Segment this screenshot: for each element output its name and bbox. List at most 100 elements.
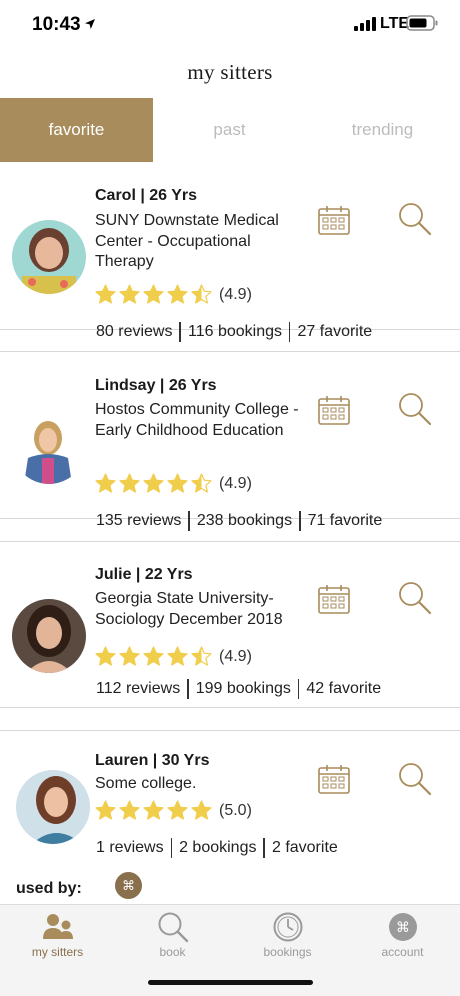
rating-value: (4.9) — [219, 474, 252, 492]
search-icon[interactable] — [398, 581, 432, 615]
nav-book[interactable]: book — [115, 905, 230, 975]
status-bar: 10:43 LTE — [0, 0, 460, 50]
calendar-icon[interactable] — [318, 584, 350, 614]
rating-value: (5.0) — [219, 801, 252, 819]
search-icon — [158, 912, 189, 943]
sitter-rating: (4.9) — [95, 646, 252, 667]
star-full-icon — [95, 473, 116, 493]
calendar-icon[interactable] — [318, 395, 350, 425]
sitter-school: Hostos Community College - Early Childho… — [95, 401, 299, 439]
booking-count: 199 bookings — [195, 680, 291, 697]
nav-label: account — [381, 945, 424, 959]
rating-value: (4.9) — [219, 285, 252, 303]
star-full-icon — [167, 284, 188, 304]
rating-value: (4.9) — [219, 647, 252, 665]
location-arrow-icon — [85, 19, 95, 29]
review-count: 80 reviews — [96, 323, 173, 340]
separator — [288, 322, 291, 342]
sitter-stats: 112 reviews 199 bookings 42 favorite — [96, 679, 381, 699]
booking-count: 116 bookings — [187, 323, 282, 340]
battery-icon — [406, 15, 438, 31]
star-full-icon — [95, 284, 116, 304]
nav-account[interactable]: ⌘ account — [345, 905, 460, 975]
star-full-icon — [95, 646, 116, 666]
star-full-icon — [95, 800, 116, 820]
star-full-icon — [167, 473, 188, 493]
sitter-name: Julie | 22 Yrs — [95, 566, 193, 583]
star-half-icon — [191, 646, 212, 666]
separator — [263, 838, 265, 858]
account-icon: ⌘ — [389, 913, 417, 941]
sitter-stats: 80 reviews 116 bookings 27 favorite — [96, 322, 372, 342]
sitter-stats: 1 reviews 2 bookings 2 favorite — [96, 838, 338, 858]
people-icon — [43, 914, 73, 939]
home-indicator — [148, 980, 313, 985]
favorite-count: 71 favorite — [307, 512, 383, 529]
separator — [187, 679, 189, 699]
avatar — [12, 220, 86, 294]
sitter-card[interactable]: Lauren | 30 Yrs Some college. (5.0) 1 re… — [0, 730, 460, 870]
star-half-icon — [191, 284, 212, 304]
star-rating — [95, 646, 212, 667]
sitter-rating: (4.9) — [95, 473, 252, 494]
calendar-icon[interactable] — [318, 205, 350, 235]
user-avatar[interactable]: ⌘ — [115, 872, 142, 899]
separator — [297, 679, 300, 699]
sitter-stats: 135 reviews 238 bookings 71 favorite — [96, 511, 382, 531]
nav-label: book — [159, 945, 186, 959]
sitter-rating: (5.0) — [95, 800, 252, 821]
tab-trending[interactable]: trending — [306, 98, 459, 162]
star-full-icon — [119, 800, 140, 820]
calendar-icon[interactable] — [318, 764, 350, 794]
page-title: my sitters — [187, 60, 273, 84]
star-full-icon — [143, 800, 164, 820]
sitter-rating: (4.9) — [95, 284, 252, 305]
sitter-school: SUNY Downstate Medical Center - Occupati… — [95, 212, 279, 270]
sitter-card[interactable]: Carol | 26 Yrs SUNY Downstate Medical Ce… — [0, 162, 460, 352]
separator — [188, 511, 190, 531]
sitter-name: Lindsay | 26 Yrs — [95, 377, 217, 394]
avatar — [16, 770, 90, 844]
search-icon[interactable] — [398, 392, 432, 426]
avatar — [12, 410, 86, 484]
favorite-count: 27 favorite — [297, 323, 373, 340]
star-rating — [95, 284, 212, 305]
tab-past[interactable]: past — [153, 98, 306, 162]
nav-my-sitters[interactable]: my sitters — [0, 905, 115, 975]
sitter-name: Carol | 26 Yrs — [95, 187, 198, 204]
favorite-count: 2 favorite — [271, 839, 338, 856]
cellular-signal-icon — [354, 17, 376, 31]
used-by-label: used by: — [16, 880, 82, 897]
separator — [170, 838, 173, 858]
booking-count: 238 bookings — [196, 512, 293, 529]
sitter-school: Georgia State University- Sociology Dece… — [95, 590, 283, 628]
star-full-icon — [119, 473, 140, 493]
separator — [179, 322, 181, 342]
sitter-card[interactable]: Lindsay | 26 Yrs Hostos Community Colleg… — [0, 352, 460, 542]
search-icon[interactable] — [398, 762, 432, 796]
nav-label: my sitters — [31, 945, 84, 959]
status-time: 10:43 — [32, 14, 81, 35]
star-full-icon — [143, 473, 164, 493]
star-full-icon — [119, 284, 140, 304]
nav-bookings[interactable]: bookings — [230, 905, 345, 975]
review-count: 1 reviews — [96, 839, 164, 856]
sitter-name: Lauren | 30 Yrs — [95, 752, 210, 769]
svg-text:⌘: ⌘ — [122, 879, 135, 894]
sitter-school: Some college. — [95, 775, 197, 792]
sitter-card[interactable]: Julie | 22 Yrs Georgia State University-… — [0, 541, 460, 731]
star-rating — [95, 473, 212, 494]
svg-text:⌘: ⌘ — [396, 920, 410, 936]
star-full-icon — [167, 800, 188, 820]
star-full-icon — [143, 646, 164, 666]
tab-favorite[interactable]: favorite — [0, 98, 153, 162]
star-half-icon — [191, 473, 212, 493]
network-type: LTE — [380, 15, 410, 32]
review-count: 112 reviews — [96, 680, 181, 697]
favorite-count: 42 favorite — [306, 680, 382, 697]
search-icon[interactable] — [398, 202, 432, 236]
star-full-icon — [167, 646, 188, 666]
review-count: 135 reviews — [96, 512, 182, 529]
tab-bar: favorite past trending — [0, 98, 460, 162]
separator — [299, 511, 301, 531]
